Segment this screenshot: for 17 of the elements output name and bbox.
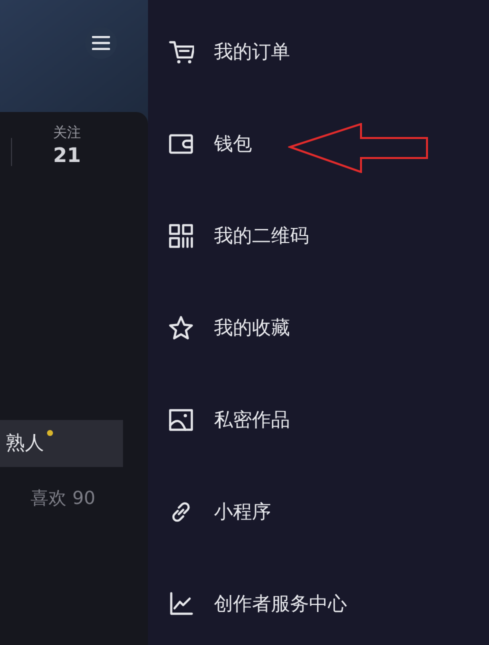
- likes-count: 喜欢 90: [30, 487, 96, 511]
- menu-icon: [92, 36, 110, 50]
- star-icon: [168, 315, 194, 341]
- stat-value: 21: [53, 142, 81, 168]
- cart-icon: [168, 39, 194, 65]
- menu-item[interactable]: 我的二维码: [148, 190, 489, 282]
- menu-item[interactable]: 我的订单: [148, 6, 489, 98]
- stat-label: 关注: [53, 124, 81, 142]
- menu-item[interactable]: 小程序: [148, 466, 489, 558]
- menu-item[interactable]: 钱包: [148, 98, 489, 190]
- menu-item[interactable]: 私密作品: [148, 374, 489, 466]
- image-icon: [168, 407, 194, 433]
- qr-code-icon: [168, 223, 194, 249]
- chart-icon: [168, 591, 194, 617]
- menu-item[interactable]: 创作者服务中心: [148, 558, 489, 645]
- tab[interactable]: 熟人: [0, 420, 123, 467]
- menu-item[interactable]: 我的收藏: [148, 282, 489, 374]
